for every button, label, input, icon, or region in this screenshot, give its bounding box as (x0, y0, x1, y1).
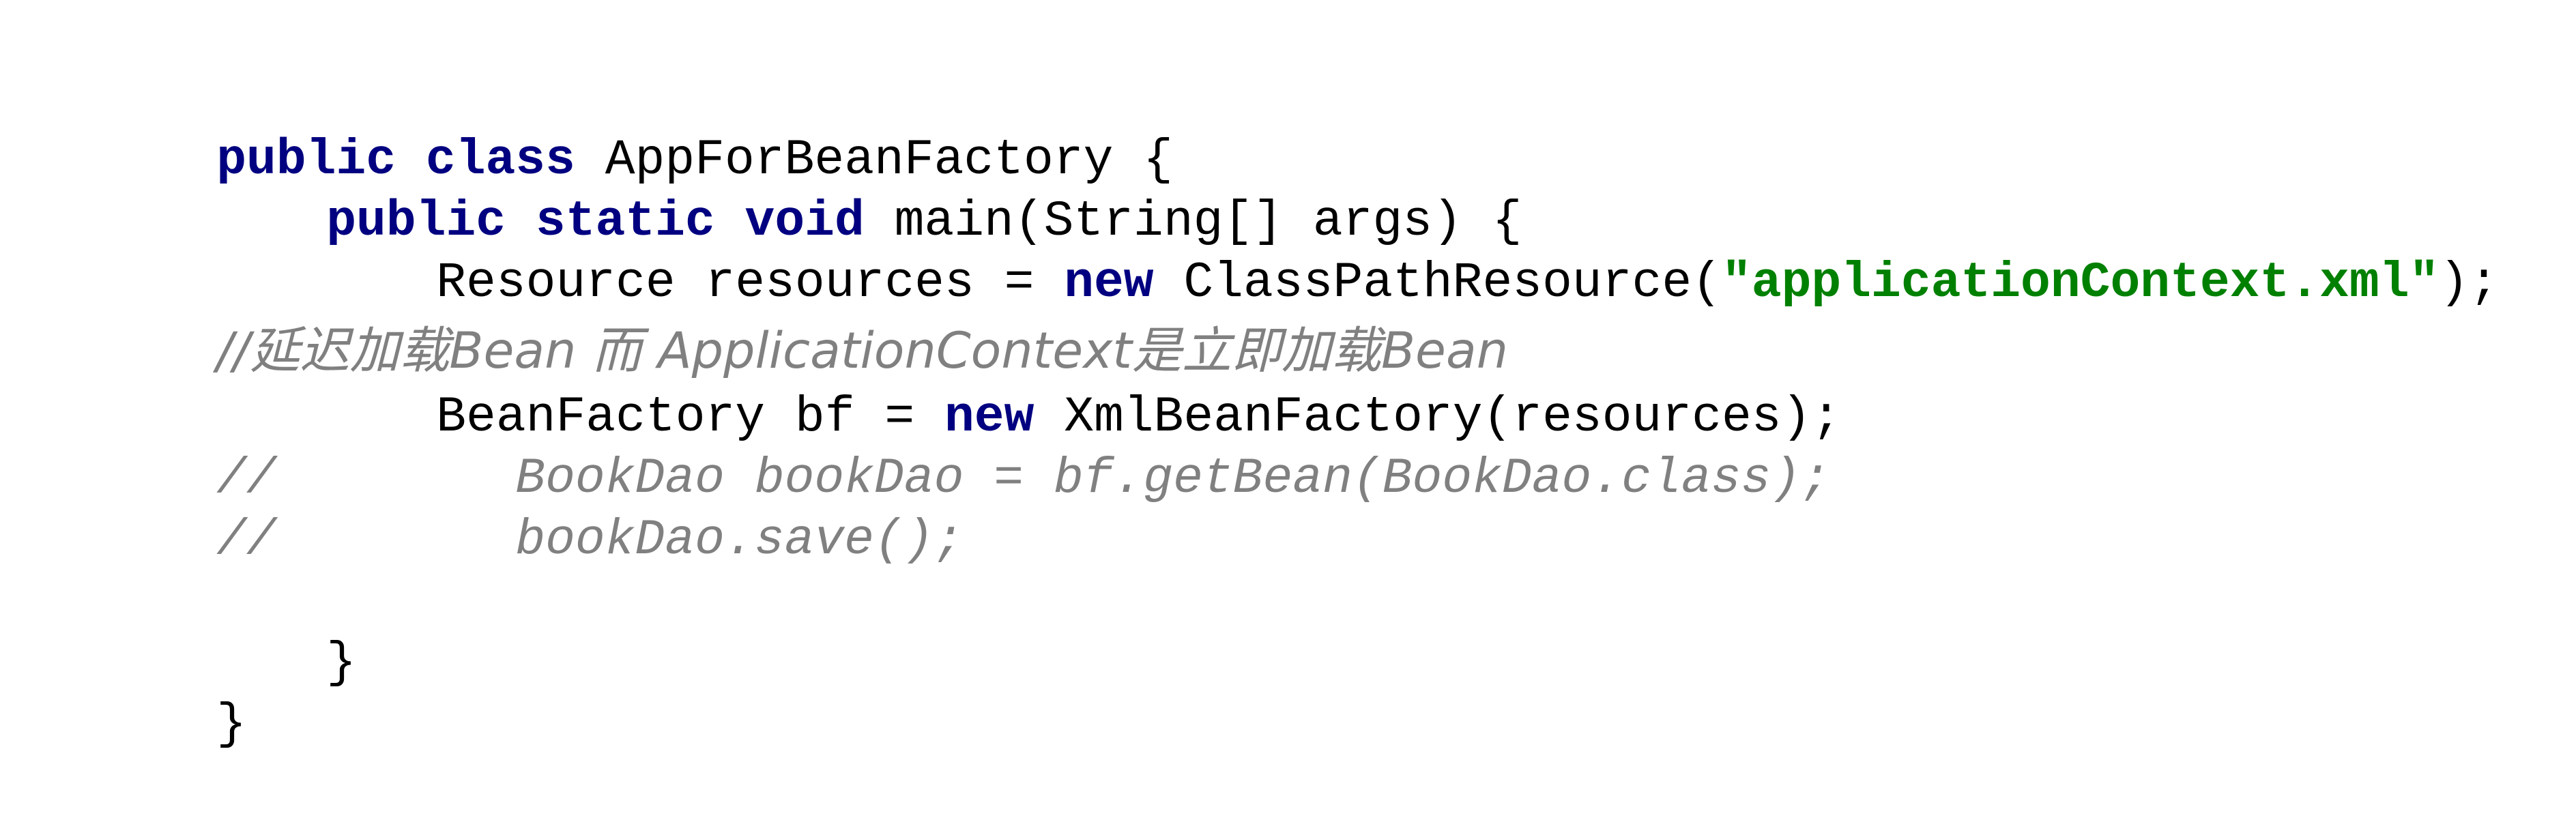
code-token: ); (2439, 254, 2499, 311)
code-token: } (216, 696, 247, 752)
code-token: // bookDao.save(); (216, 512, 964, 568)
code-token: } (326, 634, 357, 691)
code-line-class-close-brace: } (97, 632, 246, 752)
code-line-class-declaration: public class AppForBeanFactory { (97, 68, 1173, 188)
code-line-method-close-brace: } (207, 571, 356, 691)
code-line-beanfactory-declaration: BeanFactory bf = new XmlBeanFactory(reso… (317, 325, 1841, 445)
code-line-comment-save: // bookDao.save(); (97, 448, 964, 568)
code-line-comment-get-bean: // BookDao bookDao = bf.getBean(BookDao.… (97, 387, 1831, 507)
code-line-resource-declaration: Resource resources = new ClassPathResour… (317, 191, 2499, 311)
code-token: "applicationContext.xml" (1721, 254, 2440, 311)
code-editor[interactable]: public class AppForBeanFactory { public … (0, 0, 2576, 833)
code-line-comment-lazy-loading: //延迟加载Bean 而 ApplicationContext是立即加载Bean (97, 259, 1508, 380)
code-line-main-method-declaration: public static void main(String[] args) { (207, 130, 1522, 250)
